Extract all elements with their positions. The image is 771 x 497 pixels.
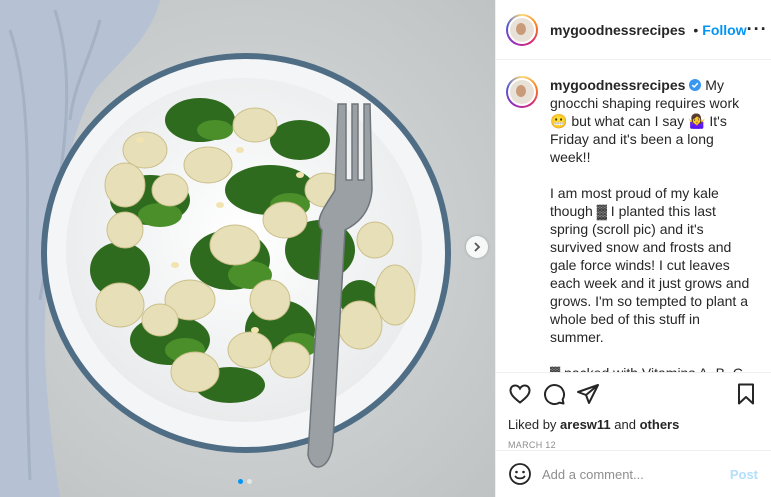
post-header: mygoodnessrecipes • Follow ···: [496, 0, 771, 60]
heart-icon[interactable]: [508, 382, 532, 406]
carousel-indicator: [238, 479, 252, 484]
liked-by-prefix: Liked by: [508, 417, 557, 432]
username-link[interactable]: mygoodnessrecipes: [550, 22, 685, 38]
caption: mygoodnessrecipes My gnocchi shaping req…: [550, 76, 757, 372]
liked-by-text: Liked by aresw11 and others: [508, 417, 758, 432]
caption-username-link[interactable]: mygoodnessrecipes: [550, 77, 685, 93]
comment-icon[interactable]: [542, 382, 566, 406]
post-actions: Liked by aresw11 and others MARCH 12: [496, 372, 771, 450]
separator-dot: •: [693, 21, 699, 38]
caption-text: My gnocchi shaping requires work 😬 but w…: [550, 77, 750, 372]
liked-by-user-link[interactable]: aresw11: [560, 417, 611, 432]
smiley-icon[interactable]: [508, 462, 532, 486]
avatar[interactable]: [506, 13, 538, 46]
bookmark-icon[interactable]: [734, 382, 758, 406]
post-side-panel: mygoodnessrecipes • Follow ··· mygoodnes…: [495, 0, 771, 497]
comment-box: Post: [496, 450, 771, 497]
gnocchi-kale-bowl-image: [0, 0, 495, 497]
liked-by-and: and: [614, 417, 636, 432]
post-comment-button[interactable]: Post: [730, 467, 758, 482]
caption-area: mygoodnessrecipes My gnocchi shaping req…: [496, 60, 771, 372]
comment-input[interactable]: [542, 466, 730, 482]
post-date[interactable]: MARCH 12: [508, 440, 758, 450]
send-icon[interactable]: [576, 382, 600, 406]
verified-badge-icon: [689, 79, 702, 91]
chevron-right-icon: [474, 242, 481, 252]
more-options-button[interactable]: ···: [747, 19, 768, 40]
post-photo[interactable]: [0, 0, 495, 497]
caption-avatar[interactable]: [506, 76, 538, 108]
follow-button[interactable]: Follow: [702, 22, 746, 38]
carousel-next-button[interactable]: [466, 236, 488, 258]
carousel-dot-active: [238, 479, 243, 484]
liked-by-others-link[interactable]: others: [640, 417, 680, 432]
carousel-dot: [247, 479, 252, 484]
action-icon-row: [508, 381, 758, 407]
